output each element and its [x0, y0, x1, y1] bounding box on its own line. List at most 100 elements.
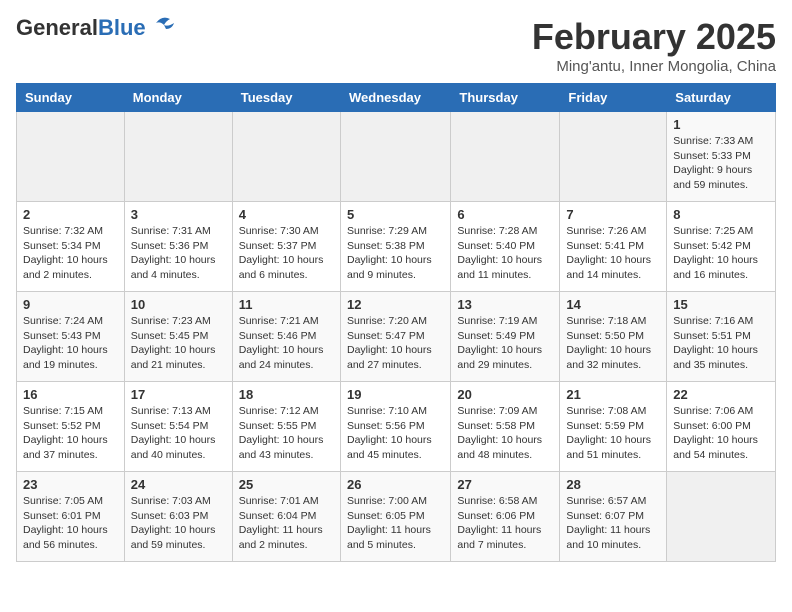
logo-bird-icon — [148, 13, 176, 35]
calendar-day-9: 9 Sunrise: 7:24 AM Sunset: 5:43 PM Daylig… — [17, 292, 125, 382]
day-info: Sunrise: 7:01 AM Sunset: 6:04 PM Dayligh… — [239, 494, 334, 553]
calendar-day-5: 5 Sunrise: 7:29 AM Sunset: 5:38 PM Daylig… — [340, 202, 450, 292]
calendar-day-7: 7 Sunrise: 7:26 AM Sunset: 5:41 PM Daylig… — [560, 202, 667, 292]
day-info: Sunrise: 7:25 AM Sunset: 5:42 PM Dayligh… — [673, 224, 769, 283]
day-info: Sunrise: 7:12 AM Sunset: 5:55 PM Dayligh… — [239, 404, 334, 463]
calendar-day-3: 3 Sunrise: 7:31 AM Sunset: 5:36 PM Daylig… — [124, 202, 232, 292]
day-info: Sunrise: 7:21 AM Sunset: 5:46 PM Dayligh… — [239, 314, 334, 373]
day-number: 16 — [23, 387, 118, 402]
day-info: Sunrise: 7:29 AM Sunset: 5:38 PM Dayligh… — [347, 224, 444, 283]
weekday-header-wednesday: Wednesday — [340, 84, 450, 112]
weekday-header-monday: Monday — [124, 84, 232, 112]
day-number: 10 — [131, 297, 226, 312]
calendar-week-row: 1Sunrise: 7:33 AM Sunset: 5:33 PM Daylig… — [17, 112, 776, 202]
weekday-header-sunday: Sunday — [17, 84, 125, 112]
day-number: 2 — [23, 207, 118, 222]
calendar-day-1: 1Sunrise: 7:33 AM Sunset: 5:33 PM Daylig… — [667, 112, 776, 202]
weekday-header-saturday: Saturday — [667, 84, 776, 112]
day-info: Sunrise: 7:24 AM Sunset: 5:43 PM Dayligh… — [23, 314, 118, 373]
day-number: 28 — [566, 477, 660, 492]
calendar-day-19: 19 Sunrise: 7:10 AM Sunset: 5:56 PM Dayli… — [340, 382, 450, 472]
day-number: 12 — [347, 297, 444, 312]
day-info: Sunrise: 7:06 AM Sunset: 6:00 PM Dayligh… — [673, 404, 769, 463]
day-number: 13 — [457, 297, 553, 312]
calendar-day-6: 6 Sunrise: 7:28 AM Sunset: 5:40 PM Daylig… — [451, 202, 560, 292]
calendar-day-8: 8 Sunrise: 7:25 AM Sunset: 5:42 PM Daylig… — [667, 202, 776, 292]
day-info: Sunrise: 7:23 AM Sunset: 5:45 PM Dayligh… — [131, 314, 226, 373]
month-title: February 2025 — [532, 16, 776, 58]
day-info: Sunrise: 7:20 AM Sunset: 5:47 PM Dayligh… — [347, 314, 444, 373]
day-number: 14 — [566, 297, 660, 312]
calendar-empty-cell — [124, 112, 232, 202]
day-number: 8 — [673, 207, 769, 222]
calendar-day-22: 22 Sunrise: 7:06 AM Sunset: 6:00 PM Dayli… — [667, 382, 776, 472]
calendar-day-2: 2 Sunrise: 7:32 AM Sunset: 5:34 PM Daylig… — [17, 202, 125, 292]
day-number: 20 — [457, 387, 553, 402]
calendar-day-28: 28 Sunrise: 6:57 AM Sunset: 6:07 PM Dayli… — [560, 472, 667, 562]
calendar-day-16: 16 Sunrise: 7:15 AM Sunset: 5:52 PM Dayli… — [17, 382, 125, 472]
day-number: 15 — [673, 297, 769, 312]
day-number: 18 — [239, 387, 334, 402]
day-number: 26 — [347, 477, 444, 492]
day-number: 23 — [23, 477, 118, 492]
calendar-empty-cell — [232, 112, 340, 202]
weekday-header-tuesday: Tuesday — [232, 84, 340, 112]
calendar-week-row: 9 Sunrise: 7:24 AM Sunset: 5:43 PM Daylig… — [17, 292, 776, 382]
day-info: Sunrise: 7:00 AM Sunset: 6:05 PM Dayligh… — [347, 494, 444, 553]
calendar-day-10: 10 Sunrise: 7:23 AM Sunset: 5:45 PM Dayli… — [124, 292, 232, 382]
day-info: Sunrise: 7:09 AM Sunset: 5:58 PM Dayligh… — [457, 404, 553, 463]
day-info: Sunrise: 7:28 AM Sunset: 5:40 PM Dayligh… — [457, 224, 553, 283]
day-number: 7 — [566, 207, 660, 222]
calendar-day-13: 13 Sunrise: 7:19 AM Sunset: 5:49 PM Dayli… — [451, 292, 560, 382]
day-number: 6 — [457, 207, 553, 222]
calendar-empty-cell — [560, 112, 667, 202]
day-info: Sunrise: 7:03 AM Sunset: 6:03 PM Dayligh… — [131, 494, 226, 553]
calendar-week-row: 23 Sunrise: 7:05 AM Sunset: 6:01 PM Dayli… — [17, 472, 776, 562]
day-info: Sunrise: 7:19 AM Sunset: 5:49 PM Dayligh… — [457, 314, 553, 373]
day-info: Sunrise: 7:10 AM Sunset: 5:56 PM Dayligh… — [347, 404, 444, 463]
calendar-day-25: 25 Sunrise: 7:01 AM Sunset: 6:04 PM Dayli… — [232, 472, 340, 562]
day-number: 21 — [566, 387, 660, 402]
day-info: Sunrise: 7:18 AM Sunset: 5:50 PM Dayligh… — [566, 314, 660, 373]
calendar-day-23: 23 Sunrise: 7:05 AM Sunset: 6:01 PM Dayli… — [17, 472, 125, 562]
day-info: Sunrise: 7:26 AM Sunset: 5:41 PM Dayligh… — [566, 224, 660, 283]
calendar-day-12: 12 Sunrise: 7:20 AM Sunset: 5:47 PM Dayli… — [340, 292, 450, 382]
day-info: Sunrise: 7:30 AM Sunset: 5:37 PM Dayligh… — [239, 224, 334, 283]
title-section: February 2025 Ming'antu, Inner Mongolia,… — [532, 16, 776, 75]
day-number: 3 — [131, 207, 226, 222]
calendar-day-14: 14 Sunrise: 7:18 AM Sunset: 5:50 PM Dayli… — [560, 292, 667, 382]
day-info: Sunrise: 7:08 AM Sunset: 5:59 PM Dayligh… — [566, 404, 660, 463]
calendar-day-17: 17Sunrise: 7:13 AM Sunset: 5:54 PM Dayli… — [124, 382, 232, 472]
calendar-empty-cell — [17, 112, 125, 202]
calendar-day-24: 24Sunrise: 7:03 AM Sunset: 6:03 PM Dayli… — [124, 472, 232, 562]
calendar-empty-cell — [451, 112, 560, 202]
day-info: Sunrise: 6:57 AM Sunset: 6:07 PM Dayligh… — [566, 494, 660, 553]
calendar-empty-cell — [340, 112, 450, 202]
day-info: Sunrise: 7:31 AM Sunset: 5:36 PM Dayligh… — [131, 224, 226, 283]
day-number: 27 — [457, 477, 553, 492]
day-number: 5 — [347, 207, 444, 222]
day-number: 11 — [239, 297, 334, 312]
weekday-header-row: SundayMondayTuesdayWednesdayThursdayFrid… — [17, 84, 776, 112]
day-info: Sunrise: 7:32 AM Sunset: 5:34 PM Dayligh… — [23, 224, 118, 283]
calendar-empty-cell — [667, 472, 776, 562]
calendar-day-18: 18 Sunrise: 7:12 AM Sunset: 5:55 PM Dayli… — [232, 382, 340, 472]
calendar-day-11: 11 Sunrise: 7:21 AM Sunset: 5:46 PM Dayli… — [232, 292, 340, 382]
day-number: 19 — [347, 387, 444, 402]
day-info: Sunrise: 7:15 AM Sunset: 5:52 PM Dayligh… — [23, 404, 118, 463]
weekday-header-friday: Friday — [560, 84, 667, 112]
day-number: 9 — [23, 297, 118, 312]
day-info: Sunrise: 7:05 AM Sunset: 6:01 PM Dayligh… — [23, 494, 118, 553]
calendar-day-21: 21 Sunrise: 7:08 AM Sunset: 5:59 PM Dayli… — [560, 382, 667, 472]
logo-text: GeneralBlue — [16, 16, 146, 40]
calendar-day-27: 27 Sunrise: 6:58 AM Sunset: 6:06 PM Dayli… — [451, 472, 560, 562]
day-number: 25 — [239, 477, 334, 492]
day-info: Sunrise: 6:58 AM Sunset: 6:06 PM Dayligh… — [457, 494, 553, 553]
day-number: 22 — [673, 387, 769, 402]
day-number: 4 — [239, 207, 334, 222]
weekday-header-thursday: Thursday — [451, 84, 560, 112]
day-number: 1 — [673, 117, 769, 132]
calendar-table: SundayMondayTuesdayWednesdayThursdayFrid… — [16, 83, 776, 562]
calendar-day-15: 15Sunrise: 7:16 AM Sunset: 5:51 PM Dayli… — [667, 292, 776, 382]
calendar-day-20: 20 Sunrise: 7:09 AM Sunset: 5:58 PM Dayli… — [451, 382, 560, 472]
